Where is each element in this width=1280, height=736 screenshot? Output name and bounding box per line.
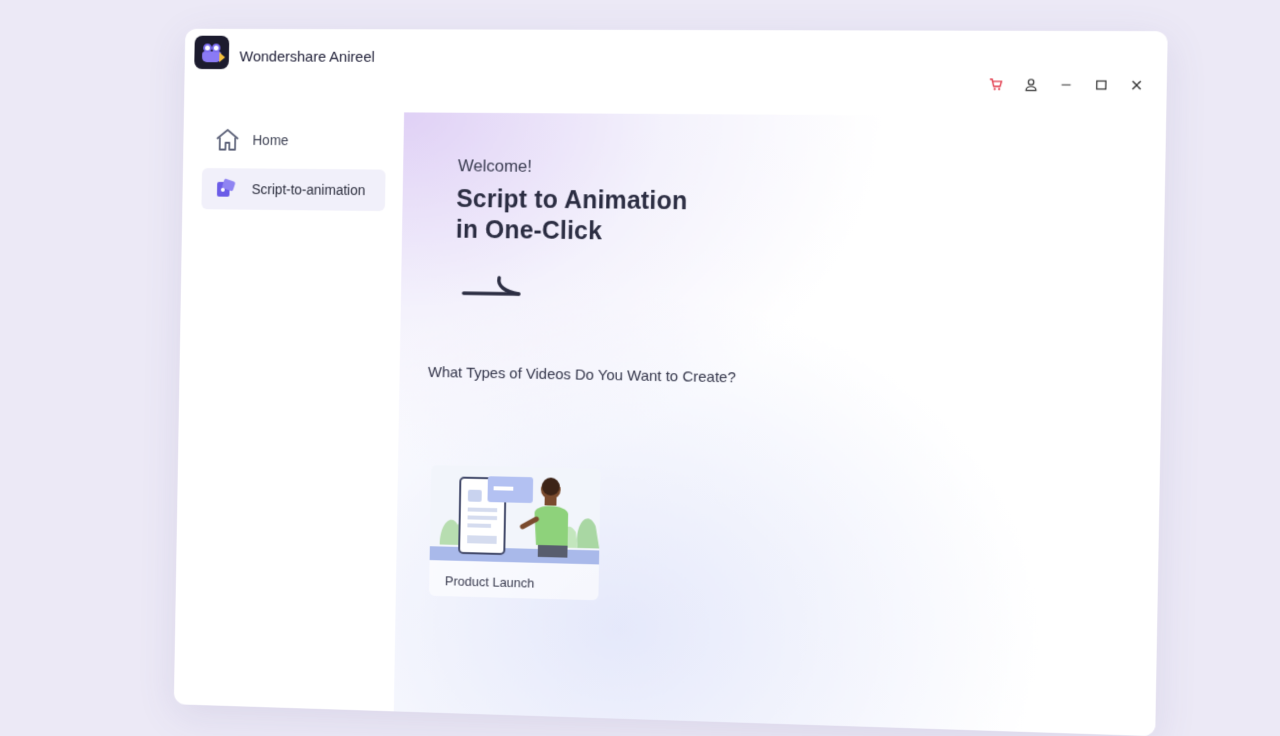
app-title: Wondershare Anireel (239, 49, 374, 66)
video-type-card-product-launch[interactable]: Product Launch (429, 465, 601, 600)
maximize-icon[interactable] (1092, 76, 1111, 94)
product-launch-illustration (430, 465, 601, 564)
minimize-icon[interactable] (1057, 76, 1076, 94)
sidebar: Home Script-to-animation (201, 119, 386, 219)
sidebar-item-script-to-animation[interactable]: Script-to-animation (201, 168, 385, 211)
window-controls (987, 75, 1146, 94)
welcome-text: Welcome! (458, 156, 532, 176)
user-icon[interactable] (1022, 76, 1041, 94)
home-icon (214, 126, 241, 154)
app-window: Wondershare Anireel Home (174, 29, 1168, 736)
sidebar-item-label: Home (252, 132, 288, 148)
script-animation-icon (213, 175, 240, 203)
cart-icon[interactable] (987, 75, 1006, 93)
page-headline: Script to Animation in One-Click (456, 184, 688, 248)
sidebar-item-home[interactable]: Home (202, 119, 386, 162)
sidebar-item-label: Script-to-animation (252, 181, 366, 198)
close-icon[interactable] (1127, 76, 1146, 94)
main-content: Welcome! Script to Animation in One-Clic… (394, 112, 1166, 736)
headline-line-2: in One-Click (456, 215, 688, 248)
decorative-underline-icon (462, 271, 525, 300)
headline-line-1: Script to Animation (456, 184, 688, 217)
anireel-logo-icon (194, 36, 229, 69)
video-types-question: What Types of Videos Do You Want to Crea… (428, 364, 736, 386)
card-label: Product Launch (445, 573, 535, 590)
title-bar: Wondershare Anireel (184, 29, 1168, 103)
